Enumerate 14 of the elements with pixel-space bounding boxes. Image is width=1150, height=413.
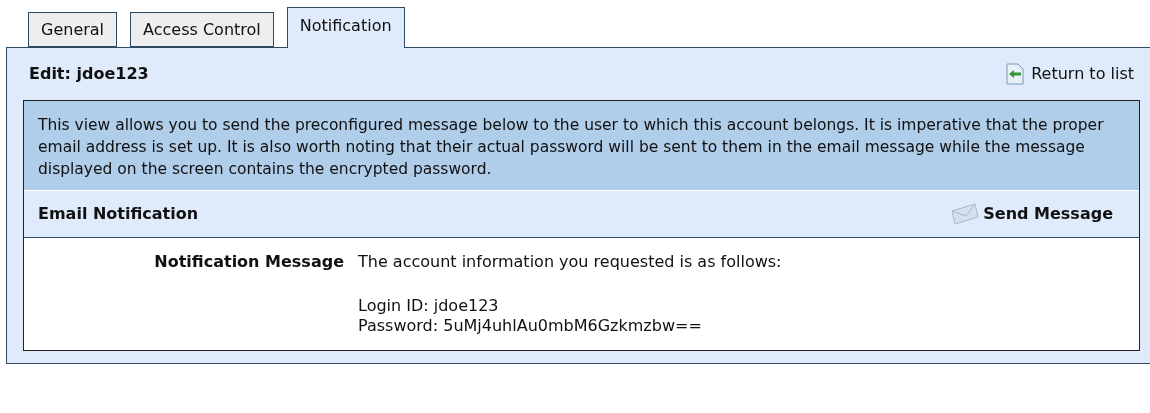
page-title: Edit: jdoe123 xyxy=(29,63,149,85)
send-message-button[interactable]: Send Message xyxy=(951,202,1113,226)
return-link[interactable]: Return to list xyxy=(1005,62,1134,86)
message-line: Login ID: jdoe123 xyxy=(358,296,500,316)
field-label: Notification Message xyxy=(153,252,344,273)
section-title: Email Notification xyxy=(38,203,199,225)
message-line: The account information you requested is as follows: xyxy=(358,252,782,272)
tab[interactable]: General xyxy=(28,12,118,47)
return-icon xyxy=(1005,63,1026,85)
tab[interactable]: Notification xyxy=(286,7,405,48)
tab[interactable]: Access Control xyxy=(130,12,274,47)
message-line: Password: 5uMj4uhlAu0mbM6Gzkmzbw== xyxy=(358,316,703,336)
envelope-icon xyxy=(951,203,980,225)
description-text: This view allows you to send the preconfigured message below to the user to which this account belongs. It is imperative that the proper email address is set up. It is also worth noting that their actual password will be sent to them in the email message while the message displayed on the screen contains the encrypted password. xyxy=(24,101,1139,190)
